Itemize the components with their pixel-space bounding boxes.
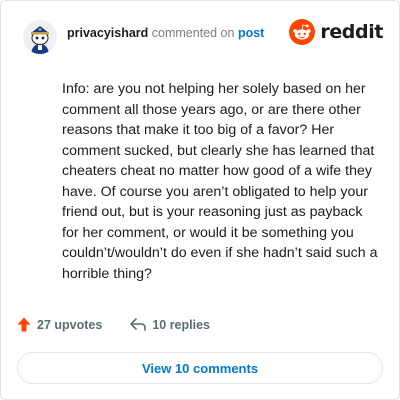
username[interactable]: privacyishard bbox=[67, 26, 148, 40]
comment-stats: 27 upvotes 10 replies bbox=[17, 317, 210, 332]
snoo-avatar-icon bbox=[23, 20, 57, 54]
reply-arrow-icon bbox=[130, 318, 147, 331]
reddit-brand[interactable]: reddit bbox=[289, 19, 383, 45]
action-text: commented on bbox=[151, 26, 235, 40]
comment-card: privacyishard commented on post reddit I… bbox=[0, 0, 400, 400]
reddit-logo-icon bbox=[289, 19, 316, 45]
user-avatar[interactable] bbox=[23, 20, 57, 54]
upvote-arrow-icon bbox=[17, 317, 31, 332]
comment-meta: privacyishard commented on post bbox=[67, 25, 264, 41]
reply-stat[interactable]: 10 replies bbox=[130, 318, 210, 332]
reply-count: 10 replies bbox=[152, 317, 210, 332]
view-comments-button[interactable]: View 10 comments bbox=[17, 352, 383, 384]
brand-name: reddit bbox=[320, 21, 383, 43]
upvote-stat[interactable]: 27 upvotes bbox=[17, 317, 102, 332]
comment-body: Info: are you not helping her solely bas… bbox=[62, 81, 378, 282]
comment-header: privacyishard commented on post reddit bbox=[23, 19, 383, 55]
post-link[interactable]: post bbox=[238, 26, 264, 40]
upvote-count: 27 upvotes bbox=[37, 317, 103, 332]
